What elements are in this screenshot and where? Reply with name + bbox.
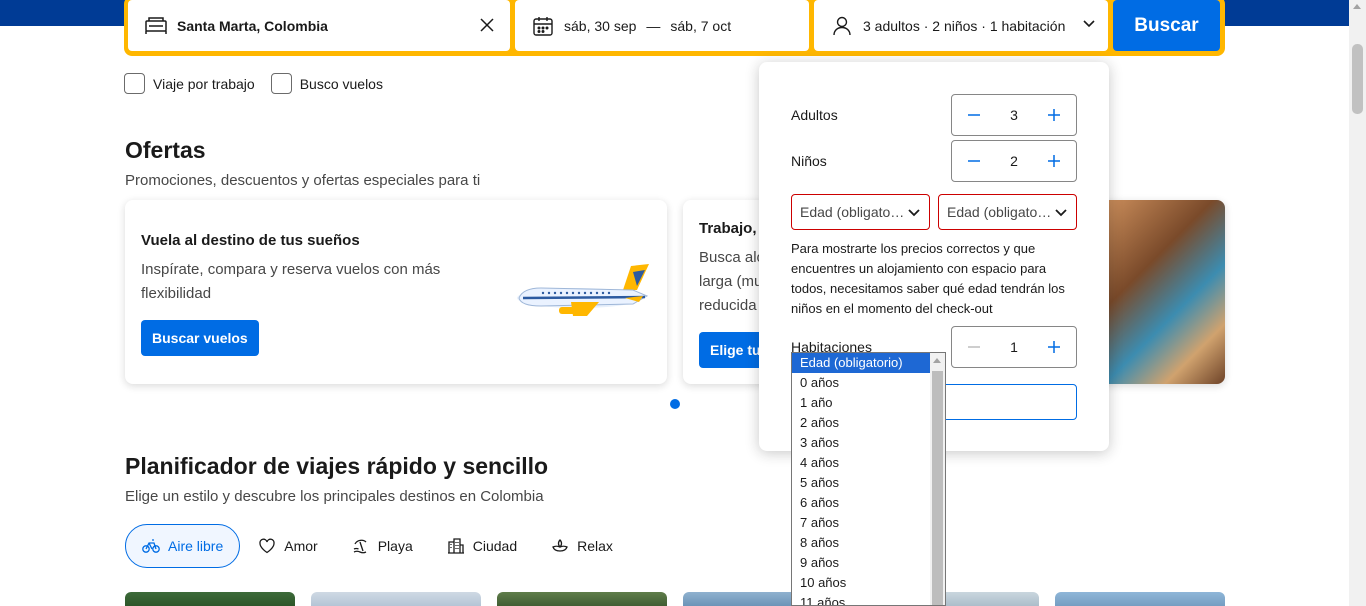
search-flights-button[interactable]: Buscar vuelos	[141, 320, 259, 356]
age-option[interactable]: 7 años	[792, 513, 930, 533]
children-age-note: Para mostrarte los precios correctos y q…	[791, 241, 1065, 316]
children-row: Niños 2	[791, 140, 1077, 182]
chip-city-label: Ciudad	[472, 538, 518, 554]
calendar-icon	[531, 14, 555, 38]
checkin-date[interactable]: sáb, 30 sep	[564, 18, 636, 34]
person-icon	[830, 14, 854, 38]
chevron-down-icon	[1055, 209, 1067, 217]
work-trip-option[interactable]: Viaje por trabajo	[124, 73, 255, 94]
age-option[interactable]: 2 años	[792, 413, 930, 433]
chip-beach[interactable]: Playa	[336, 524, 429, 568]
search-bar: Santa Marta, Colombia sáb, 30 sep — sáb,…	[124, 0, 1225, 56]
adults-stepper: 3	[951, 94, 1077, 136]
age-option[interactable]: 0 años	[792, 373, 930, 393]
age-dropdown-list[interactable]: Edad (obligatorio) 0 años 1 año 2 años 3…	[791, 352, 946, 606]
chevron-down-icon	[908, 209, 920, 217]
scroll-up-arrow-icon[interactable]	[1353, 4, 1361, 9]
offer-card2-title: Trabajo,	[699, 220, 757, 237]
age-option[interactable]: 8 años	[792, 533, 930, 553]
style-chips: Aire libre Amor Playa Ciudad Relax	[125, 524, 631, 568]
chevron-down-icon[interactable]	[1082, 16, 1096, 35]
heart-icon	[259, 538, 275, 554]
destination-thumb[interactable]	[497, 592, 667, 606]
work-trip-label[interactable]: Viaje por trabajo	[153, 76, 255, 92]
beach-icon	[353, 539, 367, 554]
search-options: Viaje por trabajo Busco vuelos	[124, 73, 383, 94]
chip-relax-label: Relax	[577, 538, 613, 554]
flights-label[interactable]: Busco vuelos	[300, 76, 383, 92]
search-button[interactable]: Buscar	[1113, 0, 1220, 51]
rooms-stepper: 1	[951, 326, 1077, 368]
dropdown-scroll-thumb[interactable]	[932, 371, 943, 605]
carousel-dot[interactable]	[670, 399, 680, 409]
plus-icon[interactable]	[1044, 151, 1064, 171]
destination-thumb[interactable]	[311, 592, 481, 606]
age-option[interactable]: 5 años	[792, 473, 930, 493]
offer-card-flights: Vuela al destino de tus sueños Inspírate…	[125, 200, 667, 384]
flights-option[interactable]: Busco vuelos	[270, 73, 383, 94]
age-option[interactable]: 9 años	[792, 553, 930, 573]
offers-subtitle: Promociones, descuentos y ofertas especi…	[125, 172, 481, 189]
minus-icon[interactable]	[964, 151, 984, 171]
checkout-date[interactable]: sáb, 7 oct	[670, 18, 731, 34]
planner-subtitle: Elige un estilo y descubre los principal…	[125, 488, 544, 505]
date-separator: —	[646, 17, 661, 34]
rooms-value: 1	[1010, 339, 1018, 355]
children-value: 2	[1010, 153, 1018, 169]
destination-field[interactable]: Santa Marta, Colombia	[128, 0, 510, 51]
destination-thumbnails	[125, 592, 1241, 606]
close-icon[interactable]	[476, 14, 498, 36]
guests-summary[interactable]: 3 adultos · 2 niños · 1 habitación	[863, 18, 1065, 34]
chip-outdoors-label: Aire libre	[168, 538, 224, 554]
destination-thumb[interactable]	[1055, 592, 1225, 606]
age-option[interactable]: 4 años	[792, 453, 930, 473]
chip-outdoors[interactable]: Aire libre	[125, 524, 241, 568]
child-age-select-2-value: Edad (obligatorio)	[947, 204, 1054, 220]
offer-card2-photo	[1108, 200, 1225, 384]
destination-thumb[interactable]	[125, 592, 295, 606]
age-option[interactable]: 6 años	[792, 493, 930, 513]
adults-value: 3	[1010, 107, 1018, 123]
guests-field[interactable]: 3 adultos · 2 niños · 1 habitación	[814, 0, 1108, 51]
age-option[interactable]: 3 años	[792, 433, 930, 453]
plus-icon[interactable]	[1044, 105, 1064, 125]
dropdown-scrollbar[interactable]	[930, 353, 945, 605]
destination-value[interactable]: Santa Marta, Colombia	[177, 18, 328, 34]
chip-beach-label: Playa	[377, 538, 413, 554]
chip-love-label: Amor	[284, 538, 318, 554]
chip-relax[interactable]: Relax	[535, 524, 629, 568]
child-age-select-1[interactable]: Edad (obligatorio)	[791, 194, 930, 230]
adults-label: Adultos	[791, 107, 838, 123]
children-stepper: 2	[951, 140, 1077, 182]
children-label: Niños	[791, 153, 827, 169]
age-option[interactable]: 10 años	[792, 573, 930, 593]
scroll-up-arrow-icon[interactable]	[933, 358, 941, 363]
minus-icon[interactable]	[964, 105, 984, 125]
page-scroll-thumb[interactable]	[1352, 44, 1363, 114]
planner-title: Planificador de viajes rápido y sencillo	[125, 453, 549, 479]
spa-icon	[552, 539, 568, 552]
chip-love[interactable]: Amor	[242, 524, 333, 568]
child-age-select-1-value: Edad (obligatorio)	[800, 204, 907, 220]
offer-card-title: Vuela al destino de tus sueños	[141, 232, 360, 249]
plus-icon[interactable]	[1044, 337, 1064, 357]
chip-city[interactable]: Ciudad	[431, 524, 533, 568]
child-age-select-2[interactable]: Edad (obligatorio)	[938, 194, 1077, 230]
minus-icon[interactable]	[964, 337, 984, 357]
page-scrollbar[interactable]	[1349, 0, 1366, 606]
offers-title: Ofertas	[125, 137, 206, 163]
bicycle-icon	[142, 539, 160, 553]
age-option[interactable]: 11 años	[792, 593, 930, 605]
age-option[interactable]: Edad (obligatorio)	[792, 353, 930, 373]
city-icon	[447, 538, 464, 554]
age-option[interactable]: 1 año	[792, 393, 930, 413]
adults-row: Adultos 3	[791, 94, 1077, 136]
bed-icon	[144, 14, 168, 38]
airplane-illustration	[513, 260, 653, 329]
flights-checkbox[interactable]	[270, 73, 292, 94]
offer-card-text: Inspírate, compara y reserva vuelos con …	[141, 261, 441, 302]
dates-field[interactable]: sáb, 30 sep — sáb, 7 oct	[515, 0, 809, 51]
work-trip-checkbox[interactable]	[124, 73, 145, 94]
